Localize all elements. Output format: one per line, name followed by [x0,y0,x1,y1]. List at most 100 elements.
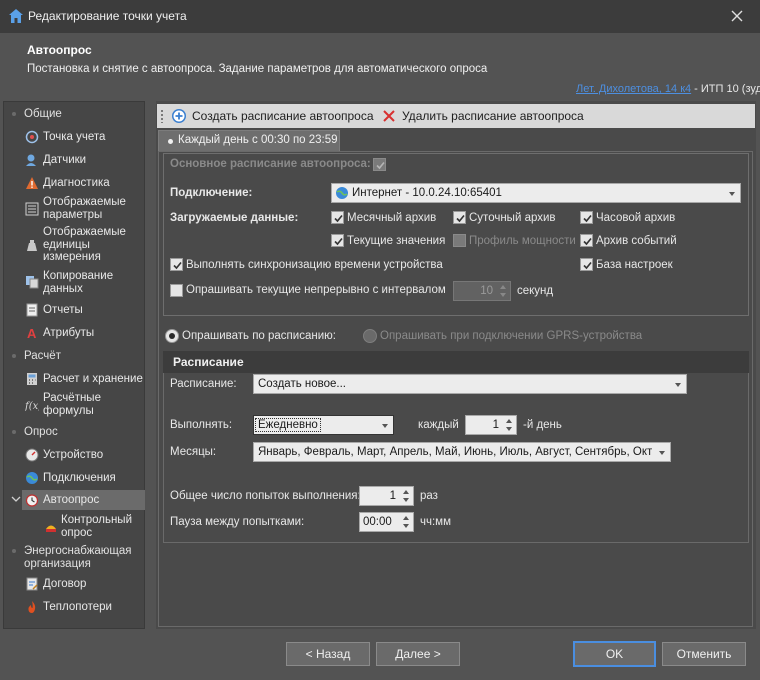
each-day-value: 1 [492,419,499,431]
sidebar-item-contract[interactable]: Договор [22,576,145,592]
sidebar-item-display-units[interactable]: Отображаемые единицы измерения [22,226,145,264]
close-button[interactable] [724,5,750,27]
daily-archive-checkbox[interactable] [453,211,466,224]
sidebar-item-control-poll[interactable]: Контрольный опрос [22,514,145,540]
monthly-archive-checkbox[interactable] [331,211,344,224]
sidebar-item-label: Расчётные формулы [43,392,101,417]
sidebar-item-formulas[interactable]: f(x) Расчётные формулы [22,392,145,418]
radio-poll-by-schedule[interactable] [165,329,179,343]
chevron-down-icon[interactable] [670,375,686,393]
delete-schedule-button[interactable]: Удалить расписание автоопроса [381,107,584,125]
attempts-unit: раз [420,490,438,502]
sidebar-item-label: Копирование данных [43,270,114,295]
page-title: Автоопрос [27,43,92,57]
sidebar-item-reports[interactable]: Отчеты [22,302,145,318]
globe-icon [335,186,349,200]
schedule-select[interactable]: Создать новое... [253,374,687,394]
sidebar-item-sensors[interactable]: Датчики [22,152,145,168]
attempts-stepper[interactable]: 1 [359,486,414,506]
delete-x-icon [381,108,397,124]
schedule-value: Создать новое... [258,378,347,390]
sidebar-item-attributes[interactable]: A Атрибуты [22,325,145,341]
event-archive-checkbox[interactable] [580,234,593,247]
params-list-icon [25,202,39,216]
poll-continuous-checkbox[interactable] [170,284,183,297]
sidebar-item-meter-point[interactable]: Точка учета [22,129,145,145]
pause-unit: чч:мм [420,516,451,528]
each-day-stepper[interactable]: 1 [465,415,517,435]
stepper-up-icon[interactable] [504,418,514,425]
connection-select[interactable]: Интернет - 10.0.24.10:65401 [331,183,741,203]
months-select[interactable]: Январь, Февраль, Март, Апрель, Май, Июнь… [253,442,671,462]
units-icon [25,238,39,252]
chevron-down-icon[interactable] [377,416,393,434]
chevron-down-icon[interactable] [11,494,21,504]
toolbar-grip[interactable] [161,110,163,123]
pause-value: 00:00 [363,516,392,528]
sidebar-item-display-params[interactable]: Отображаемые параметры [22,196,145,222]
svg-text:A: A [27,326,37,340]
sidebar-section-calc[interactable]: Расчёт [24,350,61,363]
months-label: Месяцы: [170,446,217,458]
sidebar-section-polling[interactable]: Опрос [24,426,58,439]
page-description: Постановка и снятие с автоопроса. Задани… [27,63,488,75]
cancel-button[interactable]: Отменить [662,642,746,666]
create-schedule-button[interactable]: Создать расписание автоопроса [171,107,374,125]
event-archive-label: Архив событий [596,235,677,247]
clock-icon [25,493,39,507]
stepper-down-icon[interactable] [504,426,514,433]
sidebar-item-label: Диагностика [43,177,110,189]
tab-schedule-daily[interactable]: Каждый день с 00:30 по 23:59 [158,130,340,151]
back-button[interactable]: < Назад [286,642,370,666]
sidebar-item-label: Теплопотери [43,601,112,613]
create-schedule-label: Создать расписание автоопроса [192,109,374,123]
months-value: Январь, Февраль, Март, Апрель, Май, Июнь… [258,446,652,458]
interval-value: 10 [480,285,493,297]
time-sync-checkbox[interactable] [170,258,183,271]
sidebar-section-supplier[interactable]: Энергоснабжающая организация [24,545,142,571]
home-icon [8,8,24,24]
power-profile-label: Профиль мощности [469,235,576,247]
next-button[interactable]: Далее > [376,642,460,666]
sensors-icon [25,153,39,167]
connection-label: Подключение: [170,187,253,199]
settings-db-checkbox[interactable] [580,258,593,271]
control-poll-icon [44,520,58,534]
pause-label: Пауза между попытками: [170,516,305,528]
daily-archive-label: Суточный архив [469,212,556,224]
stepper-down-icon[interactable] [401,497,411,504]
sidebar-item-copy-data[interactable]: Копирование данных [22,270,145,296]
sidebar-section-general[interactable]: Общие [24,108,62,121]
section-bullet [12,430,16,434]
radio-poll-on-gprs-label: Опрашивать при подключении GPRS-устройст… [380,330,643,342]
sidebar-item-device[interactable]: Устройство [22,447,145,463]
attempts-value: 1 [389,490,396,502]
warning-icon [25,176,39,190]
stepper-down-icon[interactable] [401,523,411,530]
sidebar-item-connections[interactable]: Подключения [22,470,145,486]
schedule-section-header: Расписание [163,351,749,373]
sidebar: Общие Точка учета Датчики Диагностика От… [3,101,145,629]
stepper-up-icon[interactable] [401,489,411,496]
object-link[interactable]: Лет. Дихолетова, 14 к4 [576,83,691,95]
pause-stepper[interactable]: 00:00 [359,512,414,532]
section-bullet [12,354,16,358]
sidebar-item-calc-storage[interactable]: Расчет и хранение [22,371,145,387]
current-values-checkbox[interactable] [331,234,344,247]
flame-icon [25,600,39,614]
chevron-down-icon[interactable] [654,443,670,461]
radio-selected-dot [169,333,175,339]
stepper-up-icon[interactable] [401,515,411,522]
chevron-down-icon[interactable] [724,184,740,202]
svg-text:f(x): f(x) [25,401,39,412]
toolbar: Создать расписание автоопроса Удалить ра… [157,104,755,128]
hourly-archive-checkbox[interactable] [580,211,593,224]
globe-icon [25,471,39,485]
execute-select[interactable]: Ежедневно [253,415,394,435]
attributes-icon: A [25,326,39,340]
ok-button[interactable]: OK [573,641,656,667]
sidebar-item-diagnostics[interactable]: Диагностика [22,175,145,191]
sidebar-item-label: Автоопрос [43,494,100,506]
sidebar-item-heat-loss[interactable]: Теплопотери [22,599,145,615]
sidebar-item-autopoll[interactable]: Автоопрос [11,490,145,510]
